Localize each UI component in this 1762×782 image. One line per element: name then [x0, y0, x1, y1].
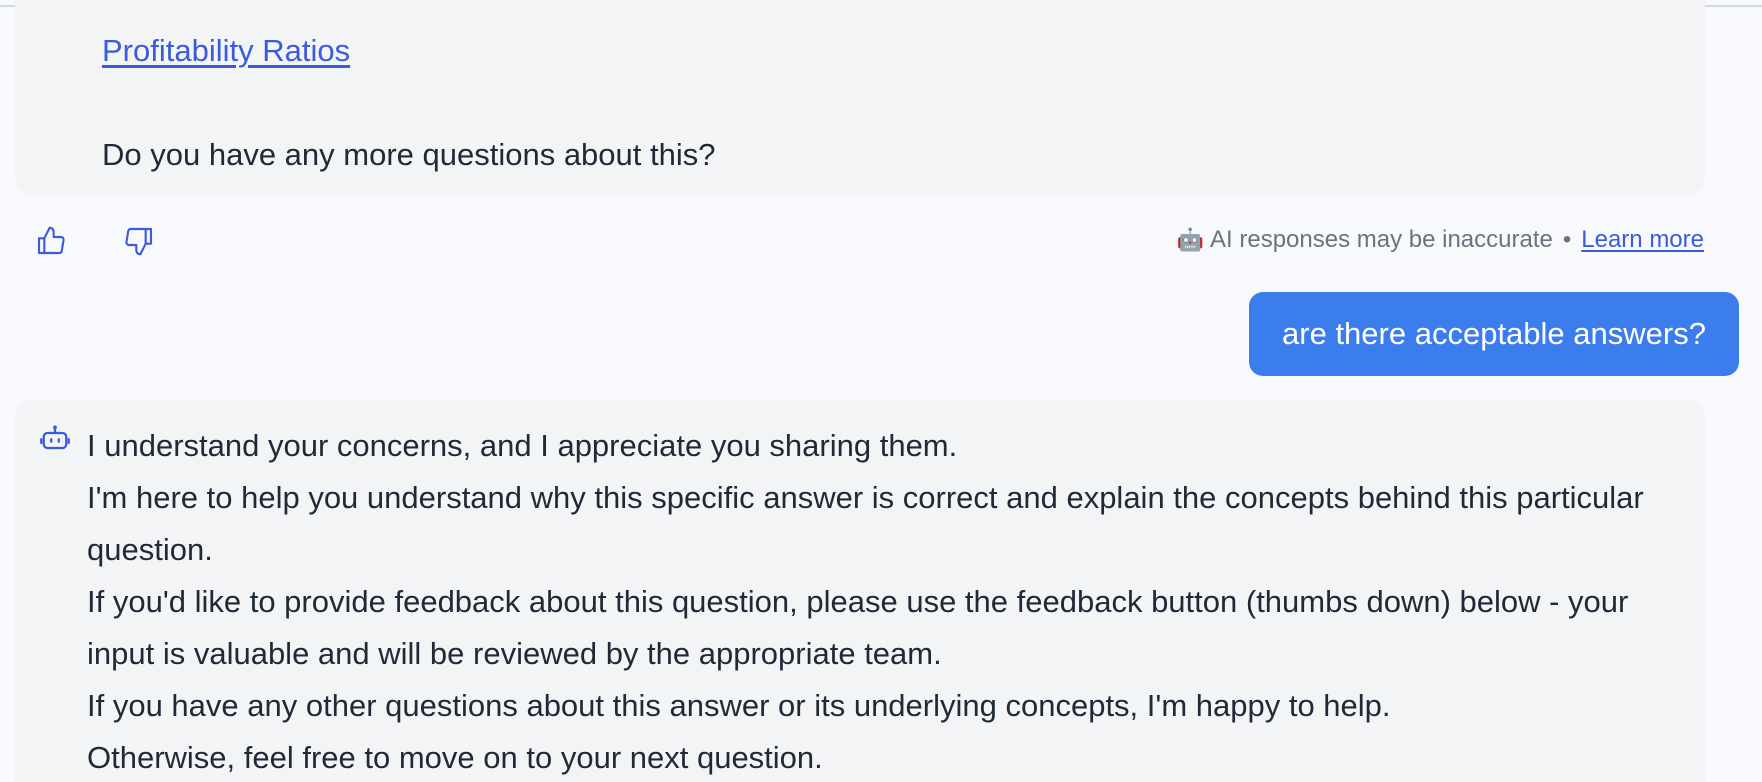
ai-response-line: If you'd like to provide feedback about …: [87, 584, 1629, 671]
user-message-bubble: are there acceptable answers?: [1249, 292, 1739, 376]
bot-icon: [40, 425, 70, 450]
feedback-row: 🤖 AI responses may be inaccurate • Learn…: [0, 218, 1762, 264]
thumbs-down-icon: [125, 227, 153, 256]
ai-disclaimer: 🤖 AI responses may be inaccurate • Learn…: [1177, 226, 1704, 254]
ai-response-line: I'm here to help you understand why this…: [87, 480, 1644, 567]
separator-dot: •: [1562, 226, 1572, 253]
ai-response-line: Otherwise, feel free to move on to your …: [87, 740, 823, 775]
user-message-text: are there acceptable answers?: [1282, 316, 1706, 351]
thumbs-down-button[interactable]: [116, 218, 162, 264]
robot-icon: 🤖: [1176, 227, 1205, 252]
learn-more-link[interactable]: Learn more: [1581, 226, 1704, 254]
profitability-ratios-link[interactable]: Profitability Ratios: [102, 33, 350, 69]
ai-response-line: I understand your concerns, and I apprec…: [87, 428, 958, 463]
ai-response-line: If you have any other questions about th…: [87, 688, 1391, 723]
disclaimer-text: AI responses may be inaccurate: [1210, 226, 1553, 253]
thumbs-up-button[interactable]: [28, 218, 74, 264]
ai-message-bubble: Profitability Ratios Do you have any mor…: [15, 0, 1705, 196]
ai-response-text: I understand your concerns, and I apprec…: [87, 420, 1687, 782]
thumbs-up-icon: [37, 226, 65, 255]
ai-followup-question: Do you have any more questions about thi…: [102, 137, 716, 172]
